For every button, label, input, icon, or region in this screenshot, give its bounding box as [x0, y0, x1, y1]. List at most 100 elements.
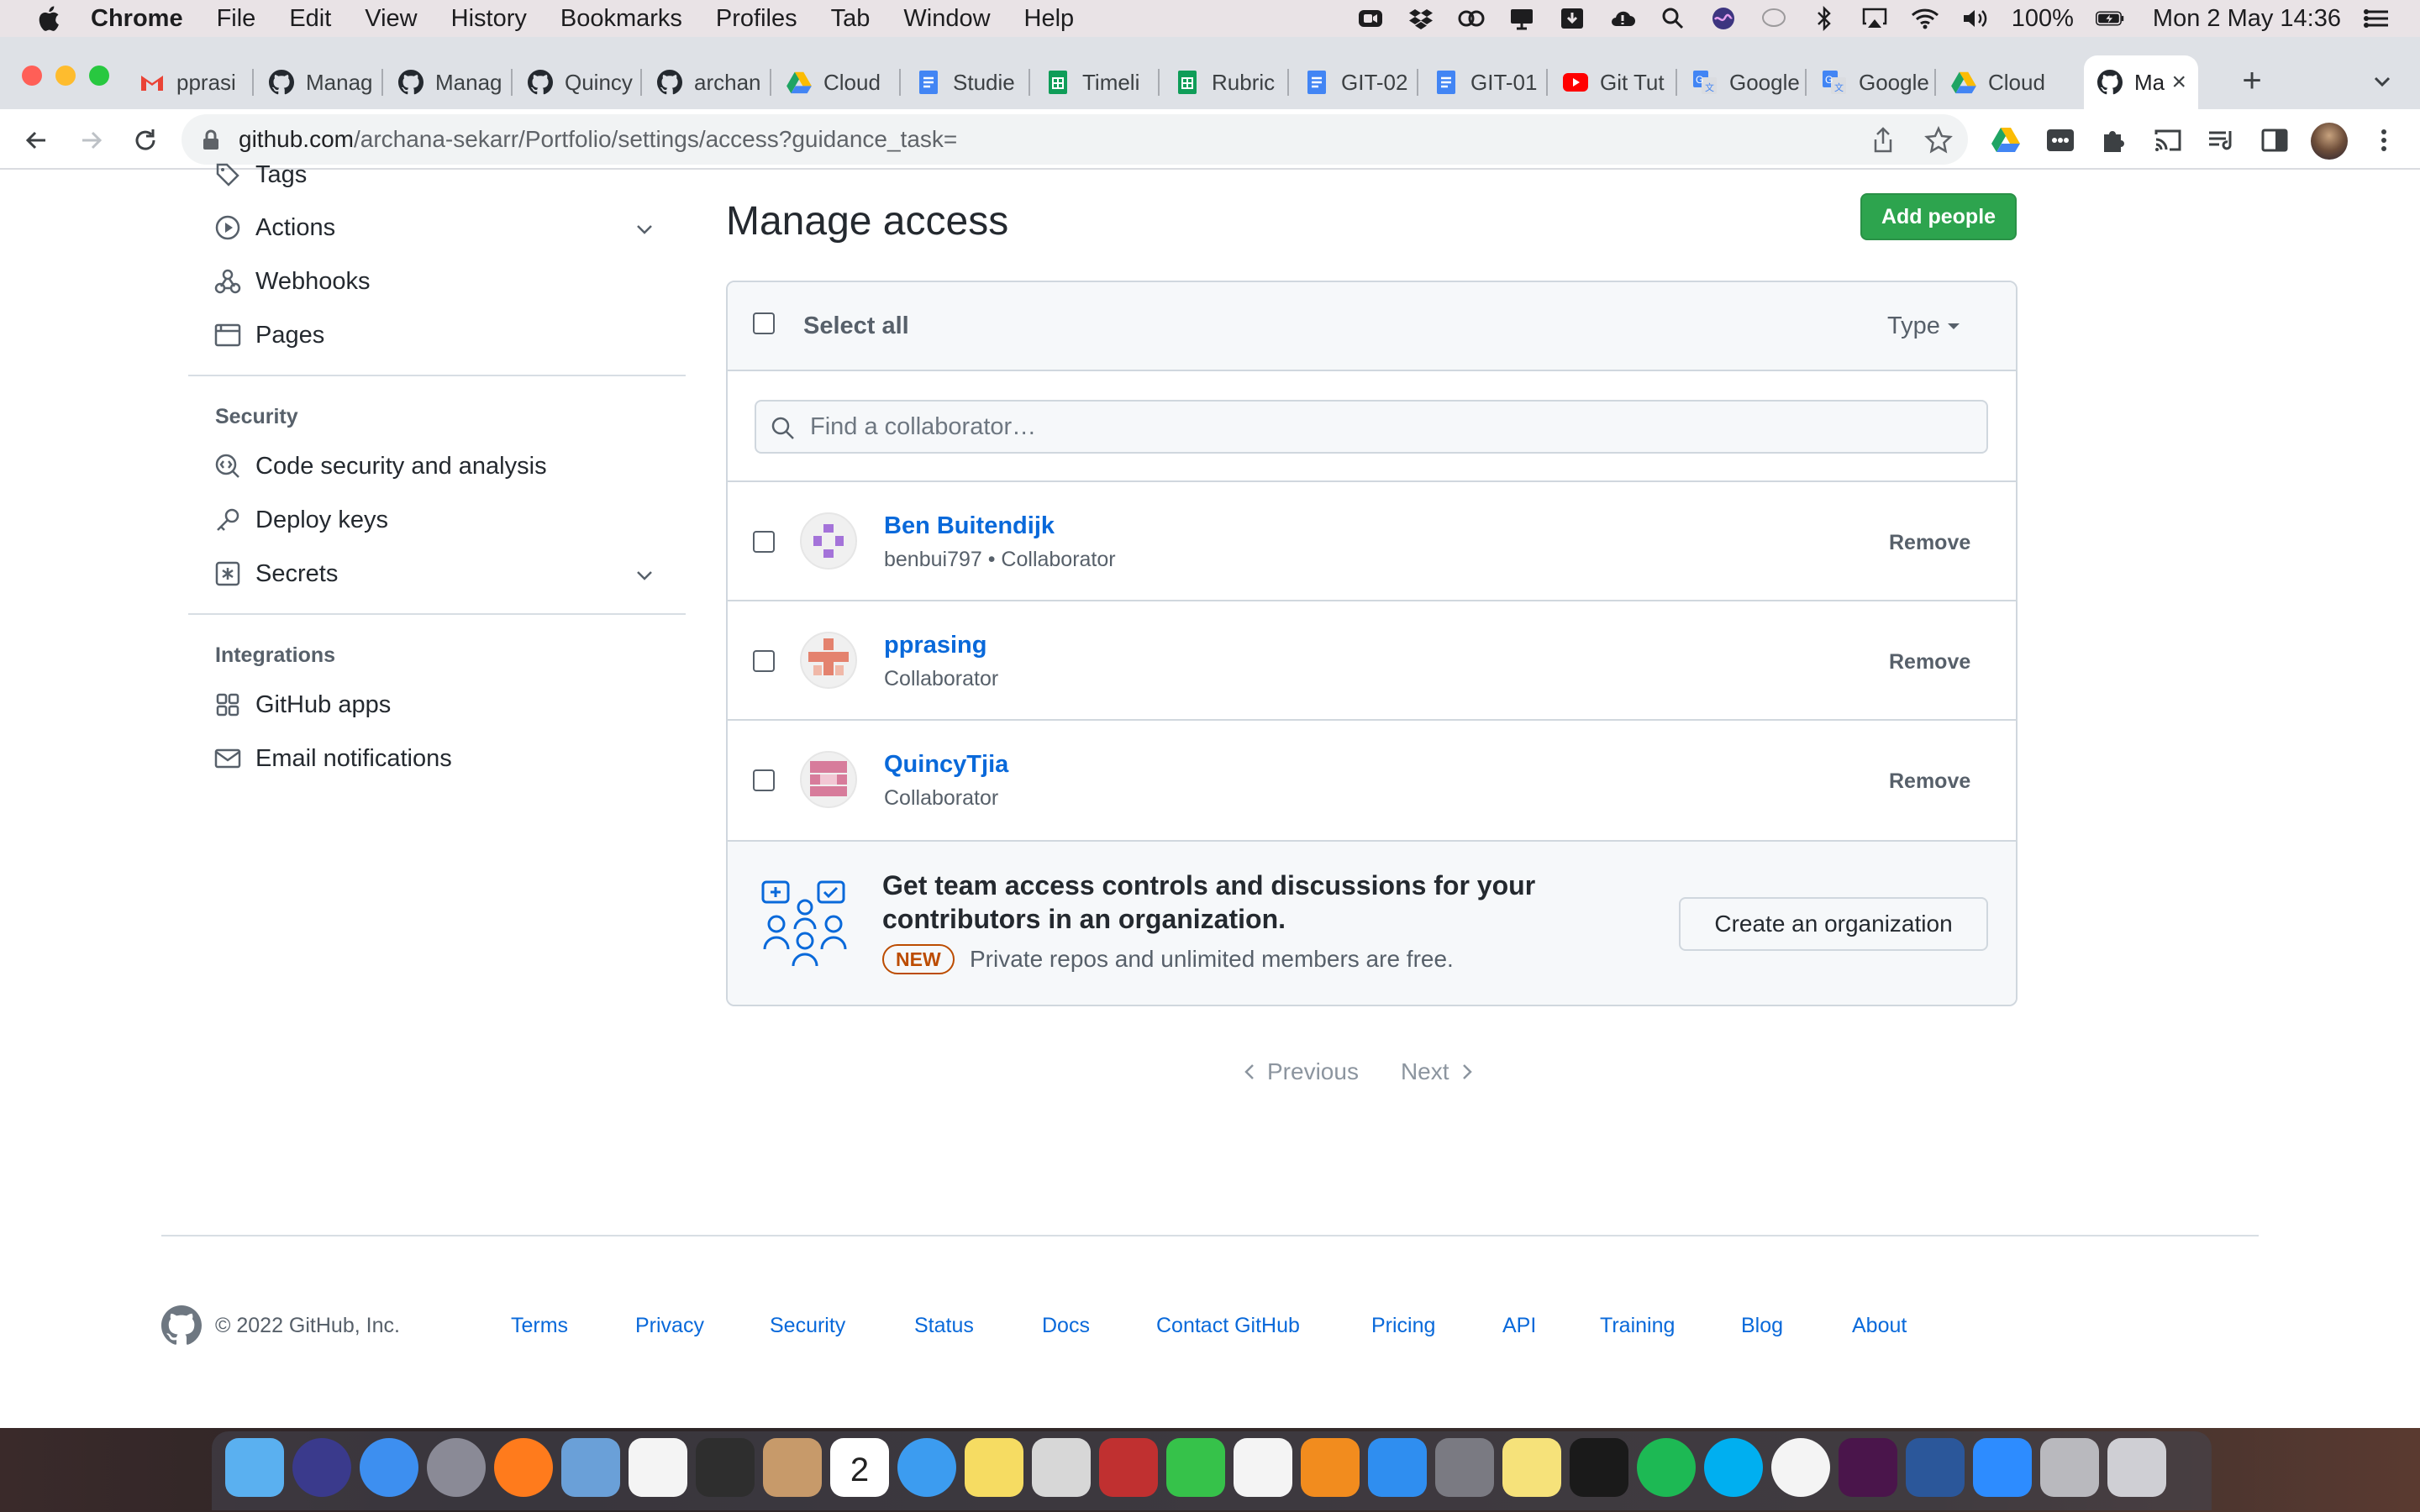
photos-icon[interactable] [1234, 1438, 1292, 1497]
forward-icon[interactable] [77, 126, 106, 155]
avatar[interactable] [800, 632, 857, 689]
url-text[interactable]: github.com/archana-sekarr/Portfolio/sett… [239, 126, 957, 153]
menu-window[interactable]: Window [903, 5, 990, 33]
footer-link-status[interactable]: Status [914, 1314, 974, 1338]
window-zoom-button[interactable] [89, 66, 109, 86]
sidebar-item-secrets[interactable]: Secrets [213, 559, 338, 588]
lock-icon[interactable] [202, 129, 220, 151]
tab-8[interactable]: Timeli [1030, 55, 1160, 109]
remove-collaborator-button[interactable]: Remove [1889, 650, 1970, 675]
launchpad-icon[interactable] [427, 1438, 486, 1497]
reload-icon[interactable] [131, 126, 160, 155]
spotlight-search-icon[interactable] [1659, 6, 1687, 31]
wifi-icon[interactable] [1911, 6, 1939, 31]
back-icon[interactable] [22, 126, 50, 155]
profile-avatar[interactable] [2311, 123, 2348, 160]
footer-link-privacy[interactable]: Privacy [635, 1314, 704, 1338]
bluetooth-icon[interactable] [1810, 6, 1839, 31]
tab-10[interactable]: GIT-02 [1289, 55, 1418, 109]
menu-file[interactable]: File [217, 5, 256, 33]
facetime-icon[interactable] [1166, 1438, 1225, 1497]
sidebar-item-email-notifications[interactable]: Email notifications [213, 744, 452, 773]
avatar[interactable] [800, 751, 857, 808]
reminders-icon[interactable] [629, 1438, 687, 1497]
chrome-menu-icon[interactable] [2370, 126, 2398, 155]
tab-13[interactable]: G 文 Google [1677, 55, 1807, 109]
skype-icon[interactable] [1704, 1438, 1763, 1497]
bookmark-star-icon[interactable] [1924, 126, 1953, 155]
collaborator-checkbox[interactable] [753, 650, 775, 672]
books-icon[interactable] [1301, 1438, 1360, 1497]
tab-11[interactable]: GIT-01 [1418, 55, 1548, 109]
footer-link-pricing[interactable]: Pricing [1371, 1314, 1435, 1338]
menu-bookmarks[interactable]: Bookmarks [560, 5, 682, 33]
cloud-alert-icon[interactable] [1608, 6, 1637, 31]
extensions-puzzle-icon[interactable] [2099, 126, 2128, 155]
sidebar-item-actions[interactable]: Actions [213, 213, 335, 242]
menu-view[interactable]: View [365, 5, 417, 33]
safari-icon[interactable] [360, 1438, 418, 1497]
menu-profiles[interactable]: Profiles [716, 5, 797, 33]
select-all-checkbox[interactable] [753, 312, 775, 334]
close-tab-icon[interactable]: × [2171, 68, 2186, 97]
download-status-icon[interactable] [1558, 6, 1586, 31]
collaborator-checkbox[interactable] [753, 531, 775, 553]
stickies-icon[interactable] [1502, 1438, 1561, 1497]
tab-1[interactable]: pprasi [124, 55, 254, 109]
tab-3[interactable]: Manag [383, 55, 513, 109]
add-people-button[interactable]: Add people [1860, 193, 2017, 240]
activity-icon[interactable] [696, 1438, 755, 1497]
create-organization-button[interactable]: Create an organization [1679, 897, 1988, 951]
password-extension-icon[interactable] [2045, 126, 2075, 155]
footer-link-security[interactable]: Security [770, 1314, 845, 1338]
collaborator-name[interactable]: pprasing [884, 632, 986, 659]
menu-tab[interactable]: Tab [831, 5, 871, 33]
type-filter-dropdown[interactable]: Type [1887, 312, 1960, 340]
preview-app-icon[interactable] [1032, 1438, 1091, 1497]
sidebar-item-webhooks[interactable]: Webhooks [213, 267, 371, 296]
footer-link-training[interactable]: Training [1600, 1314, 1675, 1338]
google-drive-extension-icon[interactable] [1991, 126, 2020, 153]
clock[interactable]: Mon 2 May 14:36 [2153, 5, 2341, 33]
media-control-icon[interactable] [2207, 126, 2237, 155]
sidebar-item-github-apps[interactable]: GitHub apps [213, 690, 391, 719]
tab-4[interactable]: Quincy [513, 55, 642, 109]
window-close-button[interactable] [22, 66, 42, 86]
word-icon[interactable] [1906, 1438, 1965, 1497]
tab-search-icon[interactable] [2368, 67, 2396, 96]
chevron-down-icon[interactable] [634, 218, 655, 240]
photo-booth-icon[interactable] [1099, 1438, 1158, 1497]
footer-link-about[interactable]: About [1852, 1314, 1907, 1338]
messages-status-icon[interactable] [1760, 6, 1788, 31]
tab-16[interactable]: Ma × [2084, 55, 2198, 109]
remove-collaborator-button[interactable]: Remove [1889, 531, 1970, 555]
github-logo-icon[interactable] [161, 1305, 202, 1346]
airplay-icon[interactable] [1860, 6, 1889, 31]
tab-14[interactable]: G 文 Google [1807, 55, 1936, 109]
tab-7[interactable]: Studie [901, 55, 1030, 109]
apple-icon[interactable] [35, 4, 60, 33]
messages-icon[interactable] [897, 1438, 956, 1497]
terminal-icon[interactable] [1570, 1438, 1628, 1497]
footer-link-docs[interactable]: Docs [1042, 1314, 1090, 1338]
footer-link-terms[interactable]: Terms [511, 1314, 568, 1338]
tab-6[interactable]: Cloud [771, 55, 901, 109]
notes-icon[interactable] [965, 1438, 1023, 1497]
new-tab-button[interactable]: + [2235, 64, 2269, 99]
side-panel-icon[interactable] [2260, 126, 2289, 155]
zoom-icon[interactable] [1973, 1438, 2032, 1497]
zoom-status-icon[interactable] [1356, 6, 1385, 31]
menu-history[interactable]: History [451, 5, 527, 33]
volume-icon[interactable] [1961, 6, 1990, 31]
window-minimize-button[interactable] [55, 66, 76, 86]
sidebar-item-deploy-keys[interactable]: Deploy keys [213, 506, 388, 534]
collaborator-name[interactable]: QuincyTjia [884, 751, 1008, 779]
archive-icon[interactable] [2040, 1438, 2099, 1497]
chrome-icon[interactable] [1771, 1438, 1830, 1497]
collaborator-name[interactable]: Ben Buitendijk [884, 512, 1055, 540]
sidebar-item-tags[interactable]: Tags [213, 160, 307, 190]
siri-icon[interactable] [1709, 6, 1738, 31]
remove-collaborator-button[interactable]: Remove [1889, 769, 1970, 794]
spotify-icon[interactable] [1637, 1438, 1696, 1497]
tab-9[interactable]: Rubric [1160, 55, 1289, 109]
